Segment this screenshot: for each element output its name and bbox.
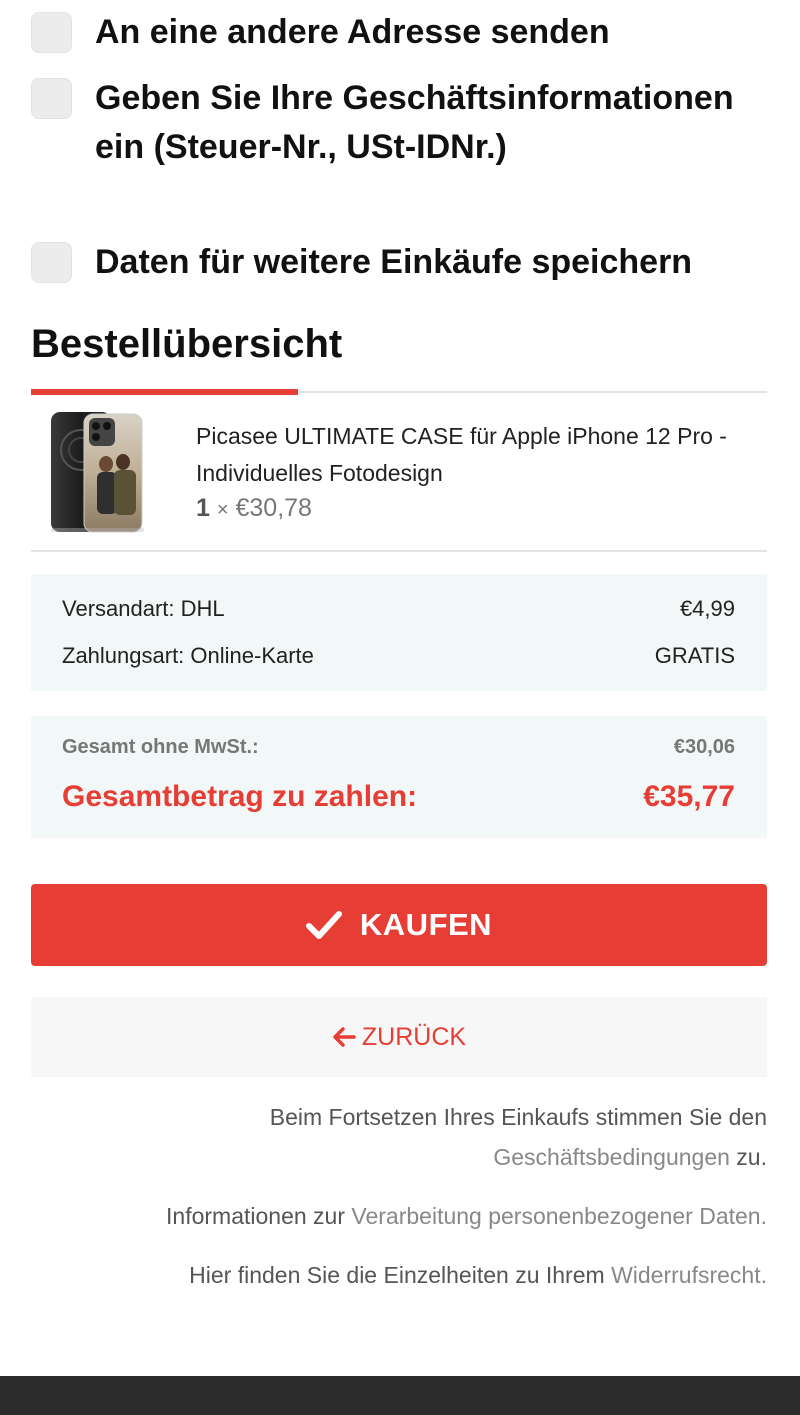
- arrow-left-icon: [333, 1027, 356, 1047]
- back-button[interactable]: ZURÜCK: [31, 997, 767, 1077]
- terms-link[interactable]: Geschäftsbedingungen: [493, 1144, 730, 1170]
- grand-total-label: Gesamtbetrag zu zahlen:: [62, 780, 418, 813]
- buy-button[interactable]: KAUFEN: [31, 884, 767, 966]
- option-other-address[interactable]: An eine andere Adresse senden: [31, 12, 745, 57]
- privacy-notice: Informationen zur Verarbeitung personenb…: [47, 1196, 767, 1236]
- terms-prefix: Beim Fortsetzen Ihres Einkaufs stimmen S…: [269, 1104, 767, 1130]
- shipping-row: Versandart: DHL €4,99: [62, 596, 735, 622]
- payment-value: GRATIS: [654, 643, 735, 668]
- order-item: Picasee ULTIMATE CASE für Apple iPhone 1…: [31, 404, 767, 552]
- net-total-row: Gesamt ohne MwSt.: €30,06: [62, 736, 735, 759]
- order-summary-title: Bestellübersicht: [31, 322, 343, 366]
- option-save-data[interactable]: Daten für weitere Einkäufe speichern: [31, 242, 745, 287]
- privacy-link[interactable]: Verarbeitung personenbezogener Daten.: [351, 1203, 767, 1229]
- product-unit-price: €30,78: [235, 494, 312, 522]
- title-accent-bar: [31, 389, 298, 395]
- times-sign: ×: [216, 499, 229, 521]
- payment-row: Zahlungsart: Online-Karte GRATIS: [62, 643, 735, 669]
- option-label: An eine andere Adresse senden: [95, 13, 610, 51]
- totals-box: Gesamt ohne MwSt.: €30,06 Gesamtbetrag z…: [31, 716, 767, 838]
- option-label: Daten für weitere Einkäufe speichern: [95, 243, 693, 281]
- grand-total-value: €35,77: [643, 780, 735, 813]
- product-quantity-price: 1 × €30,78: [196, 494, 312, 523]
- product-quantity: 1: [196, 494, 210, 522]
- payment-label: Zahlungsart: Online-Karte: [62, 643, 314, 668]
- product-name: Picasee ULTIMATE CASE für Apple iPhone 1…: [196, 423, 727, 486]
- checkbox-save-data[interactable]: [31, 242, 72, 283]
- grand-total-row: Gesamtbetrag zu zahlen: €35,77: [62, 780, 735, 814]
- option-label: Geben Sie Ihre Geschäftsinformationen ei…: [95, 79, 734, 166]
- shipping-value: €4,99: [679, 596, 735, 621]
- checkbox-business-info[interactable]: [31, 78, 72, 119]
- net-total-label: Gesamt ohne MwSt.:: [62, 736, 259, 758]
- withdrawal-notice: Hier finden Sie die Einzelheiten zu Ihre…: [47, 1255, 767, 1295]
- shipping-payment-box: Versandart: DHL €4,99 Zahlungsart: Onlin…: [31, 574, 767, 691]
- withdrawal-prefix: Hier finden Sie die Einzelheiten zu Ihre…: [189, 1262, 612, 1288]
- privacy-prefix: Informationen zur: [166, 1203, 352, 1229]
- terms-notice: Beim Fortsetzen Ihres Einkaufs stimmen S…: [127, 1097, 767, 1177]
- phone-case-image: [51, 412, 144, 533]
- footer-bar: [0, 1376, 800, 1415]
- checkmark-icon: [305, 911, 342, 939]
- option-business-info[interactable]: Geben Sie Ihre Geschäftsinformationen ei…: [31, 78, 745, 172]
- shipping-label: Versandart: DHL: [62, 596, 225, 621]
- buy-button-label: KAUFEN: [359, 907, 493, 942]
- back-button-label: ZURÜCK: [361, 1022, 467, 1051]
- net-total-value: €30,06: [673, 736, 735, 758]
- checkbox-other-address[interactable]: [31, 12, 72, 53]
- terms-suffix: zu.: [729, 1144, 767, 1170]
- withdrawal-link[interactable]: Widerrufsrecht.: [611, 1262, 767, 1288]
